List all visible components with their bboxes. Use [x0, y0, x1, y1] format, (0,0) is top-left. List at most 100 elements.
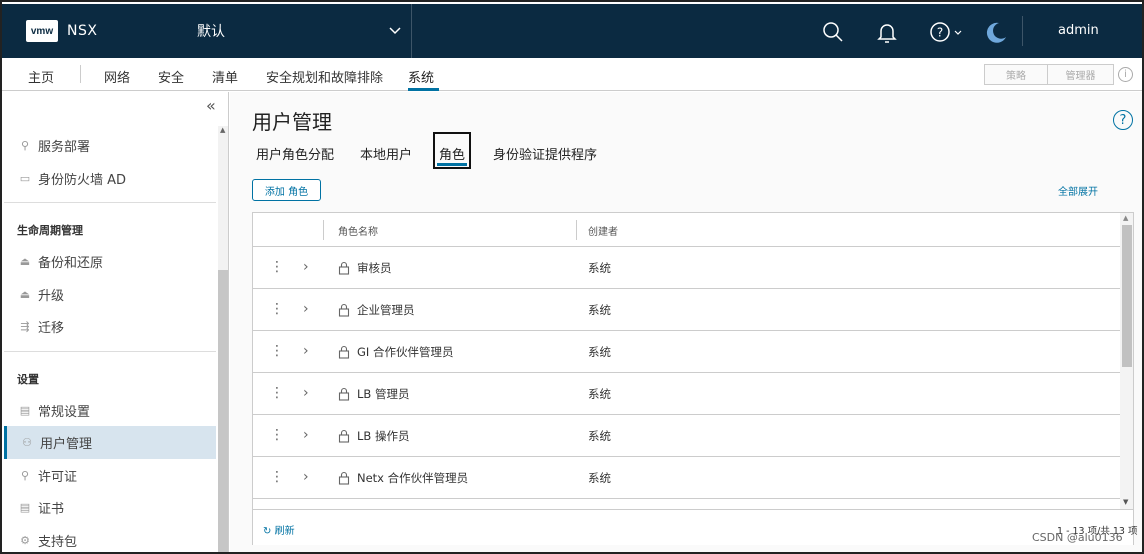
bell-icon[interactable] [876, 21, 898, 43]
info-icon[interactable]: i [1118, 67, 1133, 82]
sidebar-item-service-deployment[interactable]: ⚲ 服务部署 [18, 136, 90, 155]
nav-divider [80, 65, 81, 83]
table-row: ⋮ › 审核员 系统 [253, 247, 1120, 289]
policy-mode-button[interactable]: 策略 [984, 64, 1048, 85]
manager-mode-button[interactable]: 管理器 [1047, 64, 1114, 85]
tab-user-role-assignment[interactable]: 用户角色分配 [256, 144, 334, 163]
grid-scrollbar-thumb[interactable] [1122, 225, 1132, 367]
main-nav: 主页 网络 安全 清单 安全规划和故障排除 系统 策略 管理器 i [2, 58, 1142, 91]
sidebar-divider [4, 351, 216, 352]
nav-security[interactable]: 安全 [158, 67, 184, 86]
header-divider [1022, 16, 1023, 46]
sidebar-item-backup-restore[interactable]: ⏏ 备份和还原 [18, 252, 103, 271]
column-header-role-name[interactable]: 角色名称 [338, 223, 378, 238]
expand-row-chevron-icon[interactable]: › [303, 259, 309, 275]
tab-identity-providers[interactable]: 身份验证提供程序 [493, 144, 597, 163]
role-name: 审核员 [357, 261, 392, 275]
nav-active-indicator [408, 88, 439, 91]
help-icon[interactable]: ? [1113, 110, 1133, 130]
chevron-down-icon [389, 27, 401, 35]
tab-local-users[interactable]: 本地用户 [360, 144, 412, 163]
nav-system[interactable]: 系统 [408, 67, 434, 86]
lock-icon [338, 345, 350, 359]
nav-plan-troubleshoot[interactable]: 安全规划和故障排除 [266, 67, 383, 86]
tenant-selector[interactable]: 默认 [197, 4, 412, 58]
row-actions-icon[interactable]: ⋮ [270, 260, 284, 274]
row-actions-icon[interactable]: ⋮ [270, 344, 284, 358]
lock-icon [338, 261, 350, 275]
sidebar-divider [4, 202, 216, 203]
certificate-icon: ▤ [19, 501, 31, 514]
collapse-sidebar-icon[interactable]: « [206, 96, 216, 115]
sidebar-item-identity-firewall-ad[interactable]: ▭ 身份防火墙 AD [18, 169, 126, 188]
users-icon: ⚇ [22, 436, 32, 449]
row-actions-icon[interactable]: ⋮ [270, 302, 284, 316]
sidebar: « ⚲ 服务部署 ▭ 身份防火墙 AD 生命周期管理 ⏏ 备份和还原 ⏏ 升级 … [2, 92, 229, 552]
nav-home[interactable]: 主页 [28, 67, 54, 86]
scroll-up-arrow-icon[interactable]: ▲ [220, 126, 225, 134]
watermark: CSDN @alu0136 [1032, 531, 1123, 544]
expand-all-link[interactable]: 全部展开 [1058, 183, 1098, 198]
grid-header: 角色名称 创建者 [253, 213, 1120, 247]
user-menu[interactable]: admin [1058, 23, 1099, 38]
backup-icon: ⏏ [19, 255, 31, 268]
expand-row-chevron-icon[interactable]: › [303, 301, 309, 317]
search-icon[interactable] [822, 21, 844, 43]
settings-doc-icon: ▤ [19, 404, 31, 417]
product-name: NSX [67, 23, 98, 39]
role-name: GI 合作伙伴管理员 [357, 345, 454, 359]
dark-mode-moon-icon[interactable] [984, 21, 1008, 45]
license-icon: ⚲ [20, 469, 30, 482]
table-row: ⋮ › GI 合作伙伴管理员 系统 [253, 331, 1120, 373]
lock-icon [338, 387, 350, 401]
lock-icon [338, 429, 350, 443]
row-actions-icon[interactable]: ⋮ [270, 470, 284, 484]
vmware-logo: vmw [26, 20, 58, 42]
role-creator: 系统 [588, 303, 611, 317]
lock-icon [338, 471, 350, 485]
refresh-button[interactable]: ↻ 刷新 [263, 522, 295, 537]
help-menu-icon[interactable]: ? [930, 21, 964, 43]
column-separator[interactable] [576, 220, 577, 240]
expand-row-chevron-icon[interactable]: › [303, 469, 309, 485]
settings-heading: 设置 [17, 373, 39, 386]
table-row: ⋮ › 企业管理员 系统 [253, 289, 1120, 331]
table-row: ⋮ › LB 操作员 系统 [253, 415, 1120, 457]
service-deploy-icon: ⚲ [20, 139, 30, 152]
add-role-button[interactable]: 添加 角色 [252, 179, 321, 201]
expand-row-chevron-icon[interactable]: › [303, 427, 309, 443]
scroll-up-arrow-icon[interactable]: ▲ [1123, 214, 1128, 222]
lock-icon [338, 303, 350, 317]
sidebar-item-upgrade[interactable]: ⏏ 升级 [18, 285, 64, 304]
roles-grid: 角色名称 创建者 ⋮ › 审核员 系统 ⋮ › 企业管理员 系统 ⋮ › GI … [252, 212, 1137, 545]
tab-roles[interactable]: 角色 [439, 144, 465, 163]
svg-text:?: ? [937, 26, 943, 40]
nav-networking[interactable]: 网络 [104, 67, 130, 86]
migrate-icon: ⇶ [20, 320, 30, 333]
refresh-icon: ↻ [263, 526, 272, 537]
sidebar-item-general-settings[interactable]: ▤ 常规设置 [18, 401, 90, 420]
page-title: 用户管理 [252, 110, 332, 134]
row-actions-icon[interactable]: ⋮ [270, 386, 284, 400]
column-header-creator[interactable]: 创建者 [588, 223, 618, 238]
tab-active-indicator [437, 163, 467, 166]
role-name: 企业管理员 [357, 303, 415, 317]
sidebar-item-migrate[interactable]: ⇶ 迁移 [18, 317, 64, 336]
sidebar-item-license[interactable]: ⚲ 许可证 [18, 466, 77, 485]
folder-icon: ▭ [19, 172, 31, 185]
role-creator: 系统 [588, 387, 611, 401]
expand-row-chevron-icon[interactable]: › [303, 343, 309, 359]
sidebar-item-user-management[interactable]: ⚇ 用户管理 [20, 433, 92, 452]
expand-row-chevron-icon[interactable]: › [303, 385, 309, 401]
row-actions-icon[interactable]: ⋮ [270, 428, 284, 442]
sidebar-scrollbar-thumb[interactable] [218, 270, 228, 552]
sidebar-item-certificates[interactable]: ▤ 证书 [18, 498, 64, 517]
sidebar-item-support-bundle[interactable]: ⚙ 支持包 [18, 531, 77, 550]
lifecycle-heading: 生命周期管理 [17, 224, 83, 237]
upgrade-icon: ⏏ [19, 288, 31, 301]
column-separator [323, 220, 324, 240]
scroll-down-arrow-icon[interactable]: ▼ [1123, 498, 1128, 506]
role-name: Netx 合作伙伴管理员 [357, 471, 469, 485]
role-creator: 系统 [588, 345, 611, 359]
nav-inventory[interactable]: 清单 [212, 67, 238, 86]
